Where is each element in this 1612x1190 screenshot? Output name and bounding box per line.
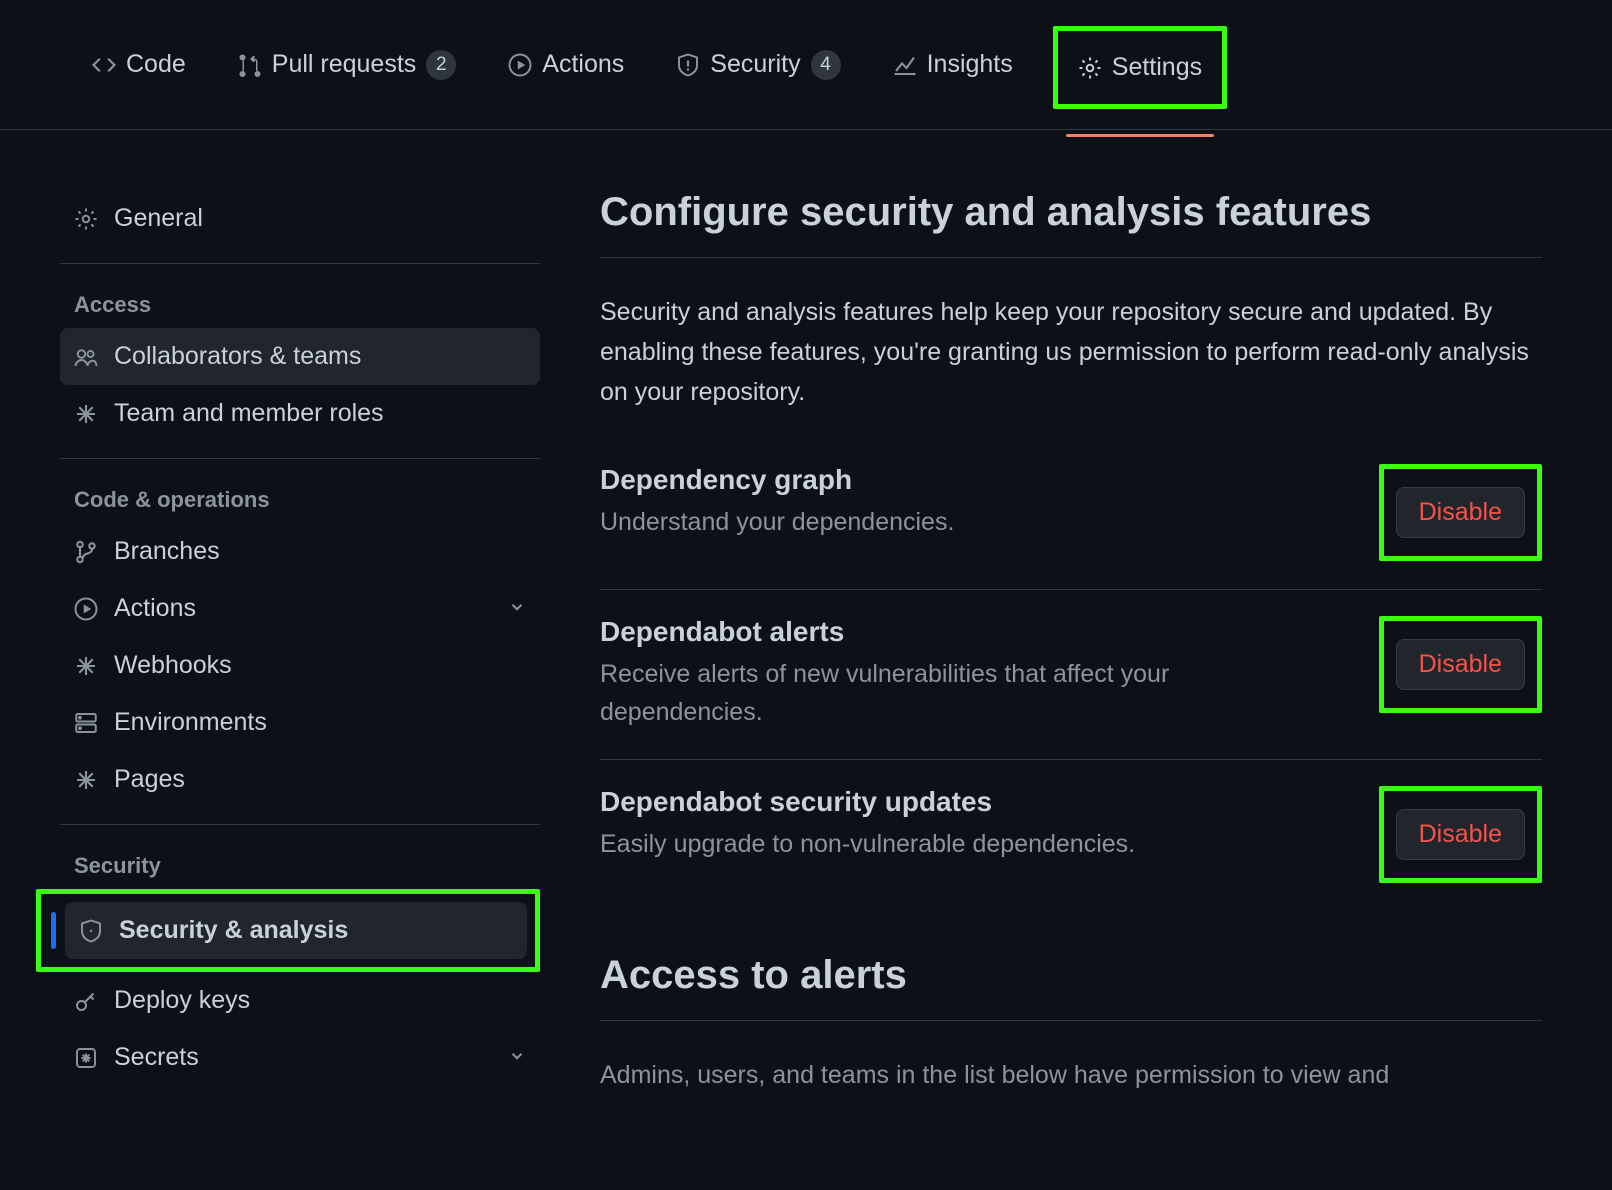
tab-insights[interactable]: Insights <box>881 32 1025 97</box>
sidebar-heading-security: Security <box>60 841 540 889</box>
asterisk-icon <box>74 402 98 426</box>
sidebar-deploy-keys-label: Deploy keys <box>114 986 250 1015</box>
sidebar-item-general[interactable]: General <box>60 190 540 247</box>
tab-settings-label: Settings <box>1112 53 1202 82</box>
feature-dependabot-security-updates: Dependabot security updates Easily upgra… <box>600 759 1542 911</box>
disable-button-dep-graph[interactable]: Disable <box>1396 487 1525 538</box>
asterisk-icon <box>74 654 98 678</box>
sidebar-heading-access: Access <box>60 280 540 328</box>
tab-security-label: Security <box>710 50 800 79</box>
highlight-disable-dependabot-alerts: Disable <box>1379 616 1542 713</box>
disable-button-dependabot-alerts[interactable]: Disable <box>1396 639 1525 690</box>
gear-icon <box>1078 56 1102 80</box>
divider <box>60 263 540 264</box>
sidebar-pages-label: Pages <box>114 765 185 794</box>
sidebar-item-team-roles[interactable]: Team and member roles <box>60 385 540 442</box>
chevron-down-icon <box>508 594 526 623</box>
sidebar-actions-label: Actions <box>114 594 196 623</box>
settings-sidebar: General Access Collaborators & teams Tea… <box>60 190 540 1095</box>
sidebar-security-analysis-label: Security & analysis <box>119 916 348 945</box>
tab-pr-label: Pull requests <box>272 50 417 79</box>
tab-code-label: Code <box>126 50 186 79</box>
shield-alert-icon <box>676 53 700 77</box>
sidebar-item-branches[interactable]: Branches <box>60 523 540 580</box>
highlight-disable-dep-graph: Disable <box>1379 464 1542 561</box>
key-asterisk-icon <box>74 1046 98 1070</box>
code-icon <box>92 53 116 77</box>
feature-desc: Understand your dependencies. <box>600 504 954 542</box>
access-alerts-title: Access to alerts <box>600 953 1542 998</box>
highlight-security-analysis: Security & analysis <box>36 889 540 972</box>
security-count-badge: 4 <box>811 50 841 80</box>
sidebar-item-secrets[interactable]: Secrets <box>60 1029 540 1086</box>
tab-code[interactable]: Code <box>80 32 198 97</box>
sidebar-environments-label: Environments <box>114 708 267 737</box>
feature-title: Dependabot alerts <box>600 616 1320 648</box>
sidebar-item-actions[interactable]: Actions <box>60 580 540 637</box>
divider <box>600 1020 1542 1021</box>
access-alerts-body: Admins, users, and teams in the list bel… <box>600 1055 1542 1095</box>
sidebar-item-environments[interactable]: Environments <box>60 694 540 751</box>
divider <box>600 257 1542 258</box>
server-icon <box>74 711 98 735</box>
git-branch-icon <box>74 540 98 564</box>
tab-settings[interactable]: Settings <box>1066 35 1214 100</box>
sidebar-branches-label: Branches <box>114 537 220 566</box>
highlight-disable-dependabot-updates: Disable <box>1379 786 1542 883</box>
play-circle-icon <box>508 53 532 77</box>
main-content: Configure security and analysis features… <box>600 190 1572 1095</box>
tab-pull-requests[interactable]: Pull requests 2 <box>226 32 469 98</box>
feature-dependency-graph: Dependency graph Understand your depende… <box>600 456 1542 589</box>
repo-tabs: Code Pull requests 2 Actions Security 4 … <box>0 0 1612 130</box>
tab-actions[interactable]: Actions <box>496 32 636 97</box>
feature-title: Dependabot security updates <box>600 786 1135 818</box>
page-title: Configure security and analysis features <box>600 190 1542 235</box>
tab-insights-label: Insights <box>927 50 1013 79</box>
graph-icon <box>893 53 917 77</box>
sidebar-item-deploy-keys[interactable]: Deploy keys <box>60 972 540 1029</box>
sidebar-item-collaborators[interactable]: Collaborators & teams <box>60 328 540 385</box>
people-icon <box>74 345 98 369</box>
divider <box>60 458 540 459</box>
sidebar-secrets-label: Secrets <box>114 1043 199 1072</box>
intro-text: Security and analysis features help keep… <box>600 292 1542 412</box>
highlight-settings: Settings <box>1053 26 1227 109</box>
sidebar-heading-codeops: Code & operations <box>60 475 540 523</box>
feature-desc: Receive alerts of new vulnerabilities th… <box>600 656 1320 731</box>
shield-icon <box>79 919 103 943</box>
git-pull-request-icon <box>238 53 262 77</box>
gear-icon <box>74 207 98 231</box>
feature-dependabot-alerts: Dependabot alerts Receive alerts of new … <box>600 589 1542 759</box>
play-circle-icon <box>74 597 98 621</box>
tab-actions-label: Actions <box>542 50 624 79</box>
tab-security[interactable]: Security 4 <box>664 32 852 98</box>
sidebar-webhooks-label: Webhooks <box>114 651 232 680</box>
sidebar-general-label: General <box>114 204 203 233</box>
divider <box>60 824 540 825</box>
asterisk-icon <box>74 768 98 792</box>
sidebar-item-webhooks[interactable]: Webhooks <box>60 637 540 694</box>
feature-desc: Easily upgrade to non-vulnerable depende… <box>600 826 1135 864</box>
sidebar-collaborators-label: Collaborators & teams <box>114 342 361 371</box>
sidebar-item-security-analysis[interactable]: Security & analysis <box>65 902 527 959</box>
feature-title: Dependency graph <box>600 464 954 496</box>
key-icon <box>74 989 98 1013</box>
sidebar-team-roles-label: Team and member roles <box>114 399 384 428</box>
pr-count-badge: 2 <box>426 50 456 80</box>
chevron-down-icon <box>508 1043 526 1072</box>
disable-button-dependabot-updates[interactable]: Disable <box>1396 809 1525 860</box>
sidebar-item-pages[interactable]: Pages <box>60 751 540 808</box>
